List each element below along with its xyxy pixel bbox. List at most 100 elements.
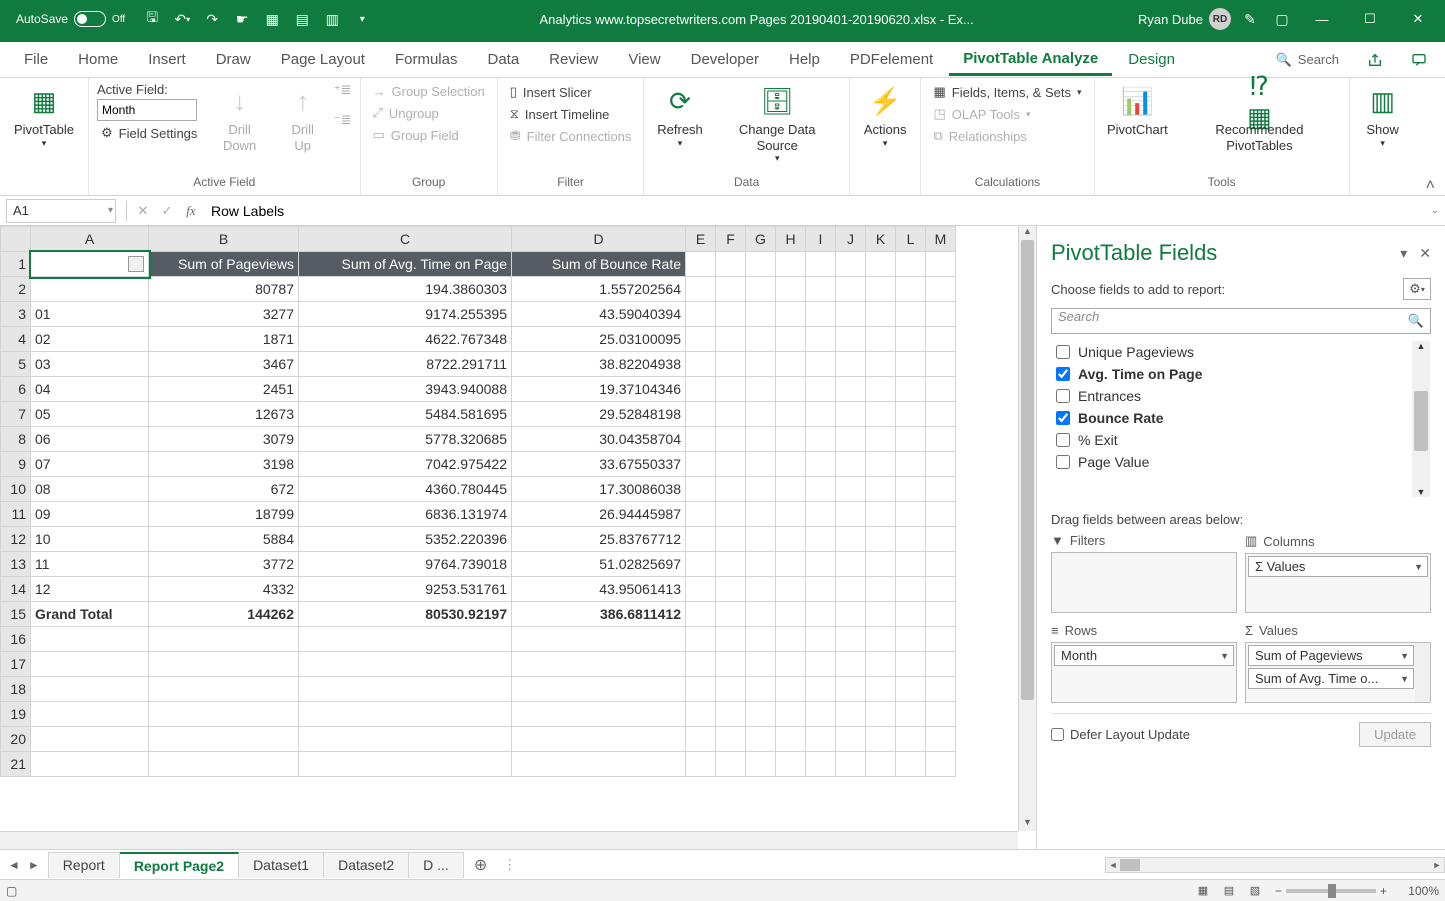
cell-K19[interactable] xyxy=(866,702,896,727)
hscroll-track[interactable]: ◄ ► xyxy=(1105,857,1445,873)
tab-design[interactable]: Design xyxy=(1114,45,1189,74)
cell-L21[interactable] xyxy=(896,752,926,777)
recommended-pivottables-button[interactable]: ⁉▦ Recommended PivotTables xyxy=(1178,82,1340,157)
select-all-corner[interactable] xyxy=(1,227,31,252)
col-header-J[interactable]: J xyxy=(836,227,866,252)
cell-B10[interactable]: 672 xyxy=(149,477,299,502)
cell-J17[interactable] xyxy=(836,652,866,677)
col-header-D[interactable]: D xyxy=(512,227,686,252)
cell-F8[interactable] xyxy=(716,427,746,452)
cell-H7[interactable] xyxy=(776,402,806,427)
cell-B7[interactable]: 12673 xyxy=(149,402,299,427)
cell-B16[interactable] xyxy=(149,627,299,652)
cell-C21[interactable] xyxy=(299,752,512,777)
cell-M14[interactable] xyxy=(926,577,956,602)
cell-K5[interactable] xyxy=(866,352,896,377)
cell-F7[interactable] xyxy=(716,402,746,427)
cell-B12[interactable]: 5884 xyxy=(149,527,299,552)
cell-E15[interactable] xyxy=(686,602,716,627)
pt-area-item[interactable]: Month▼ xyxy=(1054,645,1234,666)
user-avatar[interactable]: RD xyxy=(1209,8,1231,30)
pt-area-item[interactable]: Sum of Pageviews▼ xyxy=(1248,645,1414,666)
cell-D19[interactable] xyxy=(512,702,686,727)
tab-formulas[interactable]: Formulas xyxy=(381,45,472,74)
name-box-dropdown-icon[interactable]: ▾ xyxy=(108,205,113,216)
cell-E19[interactable] xyxy=(686,702,716,727)
cell-J9[interactable] xyxy=(836,452,866,477)
cell-G21[interactable] xyxy=(746,752,776,777)
cell-F9[interactable] xyxy=(716,452,746,477)
cell-G13[interactable] xyxy=(746,552,776,577)
cell-M16[interactable] xyxy=(926,627,956,652)
cell-A6[interactable]: 04 xyxy=(31,377,149,402)
row-header-6[interactable]: 6 xyxy=(1,377,31,402)
cell-M18[interactable] xyxy=(926,677,956,702)
cell-B9[interactable]: 3198 xyxy=(149,452,299,477)
cell-M15[interactable] xyxy=(926,602,956,627)
cell-J1[interactable] xyxy=(836,252,866,277)
cell-K8[interactable] xyxy=(866,427,896,452)
cell-A8[interactable]: 06 xyxy=(31,427,149,452)
cell-F16[interactable] xyxy=(716,627,746,652)
cell-D15[interactable]: 386.6811412 xyxy=(512,602,686,627)
cell-B4[interactable]: 1871 xyxy=(149,327,299,352)
cell-G8[interactable] xyxy=(746,427,776,452)
cell-K4[interactable] xyxy=(866,327,896,352)
update-button[interactable]: Update xyxy=(1359,722,1431,747)
cell-L3[interactable] xyxy=(896,302,926,327)
cell-L8[interactable] xyxy=(896,427,926,452)
cell-L11[interactable] xyxy=(896,502,926,527)
cell-F1[interactable] xyxy=(716,252,746,277)
cell-A15[interactable]: Grand Total xyxy=(31,602,149,627)
close-button[interactable]: ✕ xyxy=(1397,4,1439,34)
row-header-18[interactable]: 18 xyxy=(1,677,31,702)
cell-C17[interactable] xyxy=(299,652,512,677)
cancel-formula-button[interactable]: ✕ xyxy=(131,199,155,223)
sheet-nav-prev[interactable]: ◄ xyxy=(8,858,20,872)
cell-I9[interactable] xyxy=(806,452,836,477)
cell-D17[interactable] xyxy=(512,652,686,677)
cell-L5[interactable] xyxy=(896,352,926,377)
cell-M21[interactable] xyxy=(926,752,956,777)
cell-I15[interactable] xyxy=(806,602,836,627)
cell-C1[interactable]: Sum of Avg. Time on Page xyxy=(299,252,512,277)
vertical-scrollbar[interactable]: ▲ ▼ xyxy=(1018,226,1036,831)
save-icon[interactable]: 🖫 xyxy=(139,6,165,32)
cell-C5[interactable]: 8722.291711 xyxy=(299,352,512,377)
cell-H13[interactable] xyxy=(776,552,806,577)
cell-G20[interactable] xyxy=(746,727,776,752)
cell-L1[interactable] xyxy=(896,252,926,277)
cell-E7[interactable] xyxy=(686,402,716,427)
cell-J6[interactable] xyxy=(836,377,866,402)
cell-K17[interactable] xyxy=(866,652,896,677)
expand-formula-bar-button[interactable]: ⌄ xyxy=(1425,205,1445,216)
col-header-M[interactable]: M xyxy=(926,227,956,252)
cell-J21[interactable] xyxy=(836,752,866,777)
zoom-thumb[interactable] xyxy=(1328,884,1336,898)
cell-I3[interactable] xyxy=(806,302,836,327)
cell-H17[interactable] xyxy=(776,652,806,677)
cell-A12[interactable]: 10 xyxy=(31,527,149,552)
cell-L19[interactable] xyxy=(896,702,926,727)
cell-M8[interactable] xyxy=(926,427,956,452)
cell-H9[interactable] xyxy=(776,452,806,477)
cell-A20[interactable] xyxy=(31,727,149,752)
field-settings-button[interactable]: ⚙ Field Settings xyxy=(97,123,201,143)
formula-input[interactable] xyxy=(203,199,1425,223)
cell-A21[interactable] xyxy=(31,752,149,777)
fields-items-sets-button[interactable]: ▦Fields, Items, & Sets▾ xyxy=(929,82,1085,102)
cell-M1[interactable] xyxy=(926,252,956,277)
cell-A10[interactable]: 08 xyxy=(31,477,149,502)
pt-area-item[interactable]: Sum of Avg. Time o...▼ xyxy=(1248,668,1414,689)
cell-C6[interactable]: 3943.940088 xyxy=(299,377,512,402)
pt-search-input[interactable]: Search 🔍 xyxy=(1051,308,1431,334)
cell-G7[interactable] xyxy=(746,402,776,427)
cell-J2[interactable] xyxy=(836,277,866,302)
cell-I18[interactable] xyxy=(806,677,836,702)
cell-G5[interactable] xyxy=(746,352,776,377)
cell-A5[interactable]: 03 xyxy=(31,352,149,377)
cell-I17[interactable] xyxy=(806,652,836,677)
cell-K21[interactable] xyxy=(866,752,896,777)
pt-field-4[interactable]: % Exit xyxy=(1052,429,1412,451)
cell-G17[interactable] xyxy=(746,652,776,677)
